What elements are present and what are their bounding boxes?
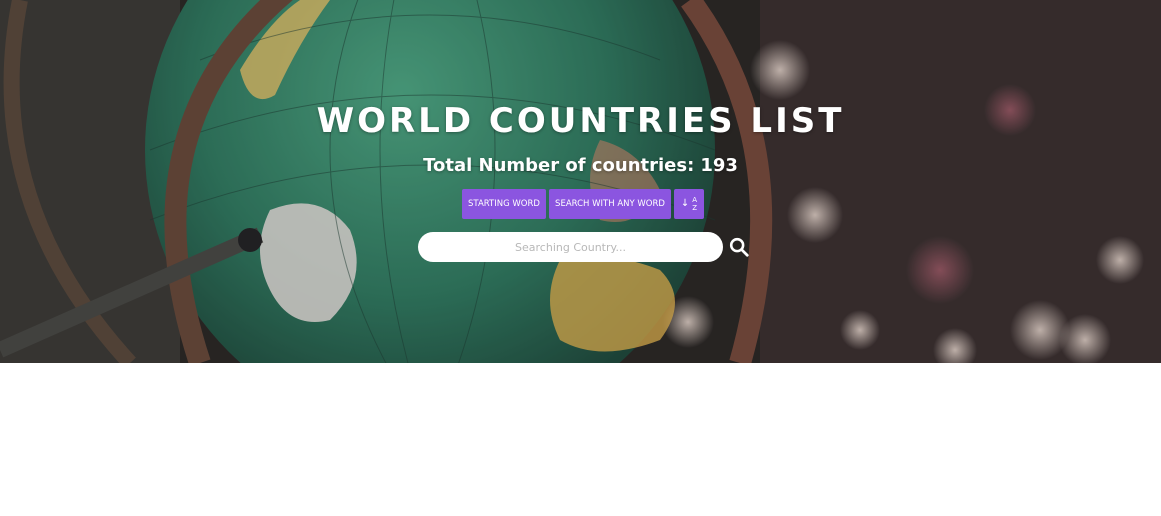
sort-az-label: A Z (692, 196, 697, 212)
hero-banner: WORLD COUNTRIES LIST Total Number of cou… (0, 0, 1161, 363)
search-icon[interactable] (728, 236, 750, 258)
starting-word-button[interactable]: STARTING WORD (462, 189, 546, 219)
sort-a-letter: A (692, 196, 698, 204)
arrow-down-icon: ↓ (680, 198, 690, 209)
search-any-word-button[interactable]: SEARCH WITH ANY WORD (549, 189, 671, 219)
country-count-line: Total Number of countries: 193 (0, 153, 1161, 179)
sort-z-letter: Z (692, 204, 698, 212)
hero-overlay (0, 0, 1161, 363)
country-count-label: Total Number of countries: (423, 155, 695, 176)
country-count-value: 193 (700, 155, 738, 176)
country-search-input[interactable] (418, 232, 723, 262)
page-title: WORLD COUNTRIES LIST (316, 101, 845, 141)
results-area (0, 363, 1161, 516)
sort-alphabetical-button[interactable]: ↓ A Z (674, 189, 704, 219)
search-mode-buttons: STARTING WORD SEARCH WITH ANY WORD ↓ A Z (462, 189, 704, 219)
